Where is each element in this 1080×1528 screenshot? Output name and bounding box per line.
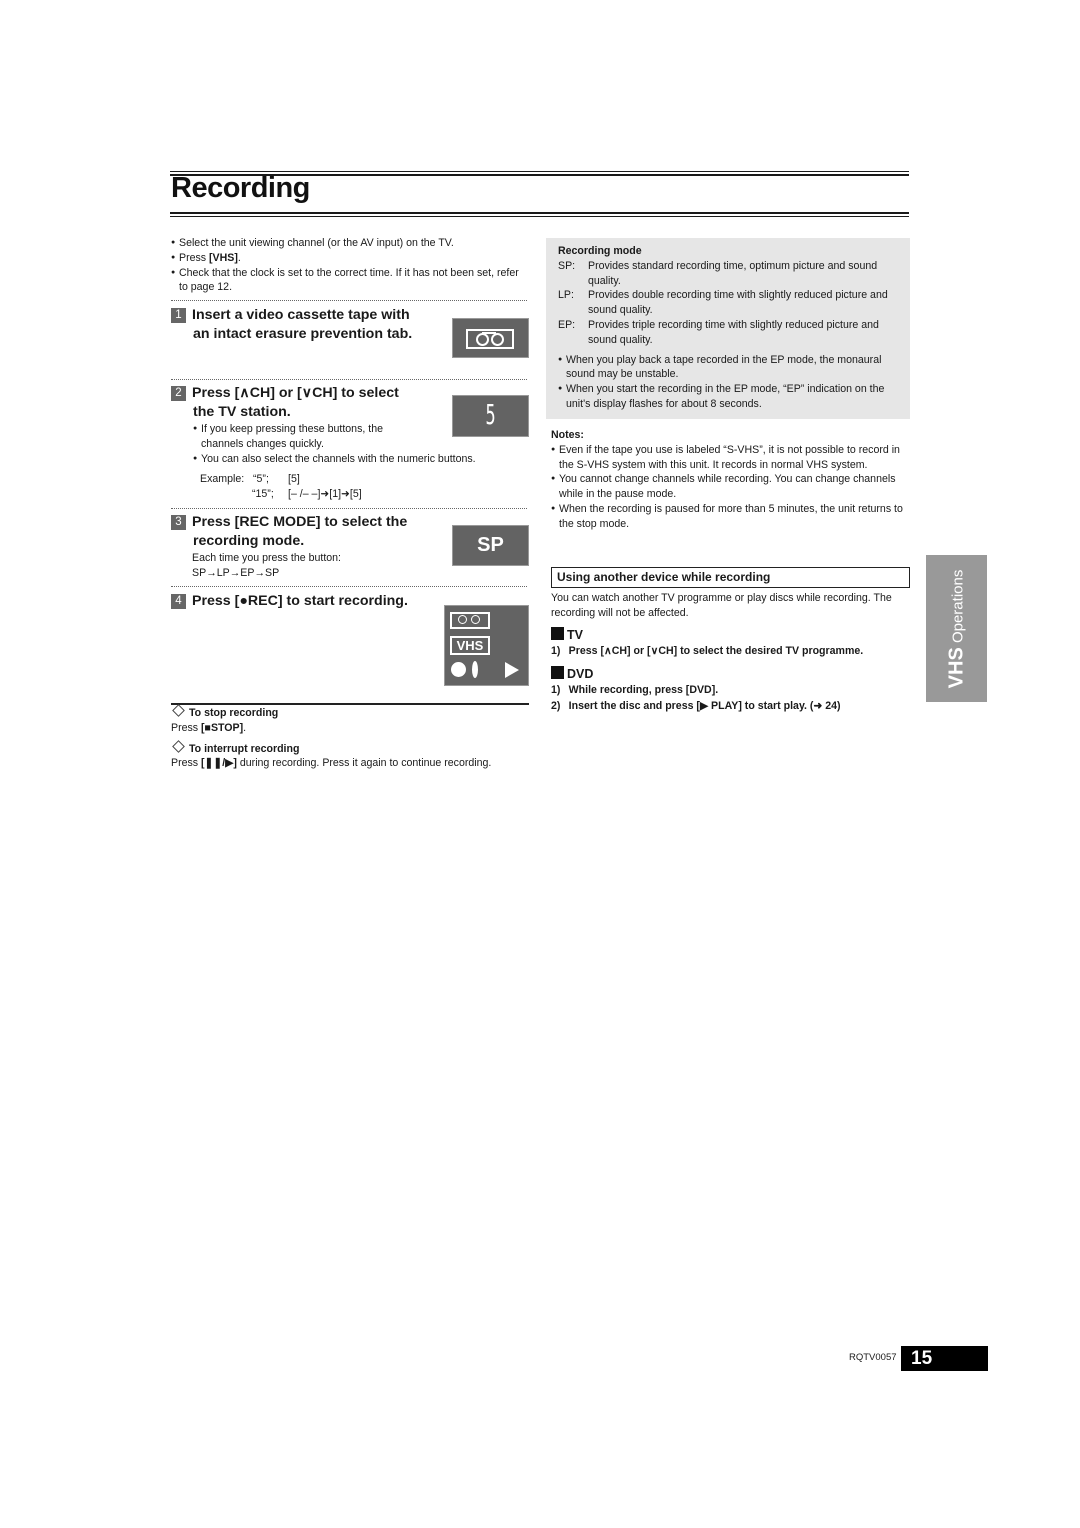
step-2-bullets: If you keep pressing these buttons, the … — [193, 422, 528, 502]
page-number: 15 — [901, 1346, 988, 1371]
cassette-icon — [450, 612, 490, 629]
step-3-note-line: Each time you press the button: — [192, 552, 341, 564]
record-dot-icon — [451, 662, 466, 677]
section-dvd-heading: DVD — [551, 666, 593, 681]
another-device-description: You can watch another TV programme or pl… — [551, 592, 892, 619]
page-title: Recording — [171, 172, 310, 204]
step-number: 4 — [171, 594, 186, 609]
section-tv-heading: TV — [551, 627, 583, 642]
note-item: Even if the tape you use is labeled “S-V… — [551, 443, 909, 473]
tip-title: To interrupt recording — [171, 739, 531, 757]
divider — [171, 379, 527, 380]
step-3-note: Each time you press the button: SP→LP→EP… — [192, 551, 341, 581]
step-heading-cont: recording mode. — [193, 533, 305, 549]
step-number: 1 — [171, 308, 186, 323]
dvd-step: 1) While recording, press [DVD]. — [551, 684, 719, 696]
side-tab-label: VHS Operations — [945, 569, 967, 688]
intro-list: Select the unit viewing channel (or the … — [171, 236, 529, 295]
tips: To stop recording Press [■STOP]. To inte… — [171, 704, 531, 771]
diamond-icon — [172, 704, 185, 717]
title-rule-bottom-2 — [170, 216, 909, 217]
recording-display-panel: VHS — [444, 605, 529, 686]
step-2-bullet: If you keep pressing these buttons, the … — [193, 422, 423, 452]
example-key: “15”; — [252, 488, 274, 501]
step-heading-cont: the TV station. — [193, 404, 291, 420]
another-device-heading: Using another device while recording — [551, 567, 910, 588]
step-heading: Insert a video cassette tape with — [192, 307, 410, 323]
step-heading-cont: an intact erasure prevention tab. — [193, 326, 413, 342]
notes: Notes: Even if the tape you use is label… — [551, 428, 909, 532]
title-rule-bottom-1 — [170, 212, 909, 214]
mode-bullet: When you start the recording in the EP m… — [558, 382, 906, 412]
step-heading: Press [∧CH] or [∨CH] to select — [192, 385, 399, 401]
step-2: 2 Press [∧CH] or [∨CH] to select the TV s… — [171, 384, 441, 422]
step-heading: Press [REC MODE] to select the — [192, 514, 408, 530]
example-value: [5] — [288, 473, 300, 486]
mode-definition: LP: Provides double recording time with s… — [558, 289, 888, 317]
example-key: “5”; — [253, 473, 269, 486]
divider — [171, 300, 527, 301]
doc-code: RQTV0057 — [849, 1352, 897, 1363]
tv-step: 1) Press [∧CH] or [∨CH] to select the de… — [551, 645, 864, 657]
recording-mode-title: Recording mode — [558, 245, 642, 257]
step-1: 1 Insert a video cassette tape with an in… — [171, 306, 441, 344]
cassette-icon — [466, 329, 514, 349]
step-3: 3 Press [REC MODE] to select the recordin… — [171, 513, 441, 551]
mode-definition: EP: Provides triple recording time with s… — [558, 318, 879, 346]
step-number: 2 — [171, 386, 186, 401]
example-block: Example: “5”; [5] “15”; [– /– –]➜[1]➜[5] — [193, 472, 528, 502]
note-item: When the recording is paused for more th… — [551, 502, 909, 532]
record-bar-icon — [472, 661, 478, 678]
mode-bullet: When you play back a tape recorded in th… — [558, 353, 906, 383]
tip-body: Press [❚❚/▶] during recording. Press it … — [171, 757, 492, 770]
example-value: [– /– –]➜[1]➜[5] — [288, 488, 362, 501]
dvd-step: 2) Insert the disc and press [▶ PLAY] to… — [551, 699, 841, 712]
square-bullet-icon — [551, 627, 564, 640]
tips-rule — [171, 703, 529, 705]
square-bullet-icon — [551, 666, 564, 679]
intro-item: Press [VHS]. — [171, 251, 529, 266]
diamond-icon — [172, 739, 185, 753]
dvd-steps: 1) While recording, press [DVD]. 2) Inse… — [551, 683, 841, 714]
rec-mode-display: SP — [452, 525, 529, 566]
divider — [171, 586, 527, 587]
cassette-display-panel — [452, 318, 529, 358]
step-heading: Press [●REC] to start recording. — [192, 593, 408, 609]
example-label: Example: — [200, 473, 245, 486]
tip-body: Press [■STOP]. — [171, 721, 247, 734]
rec-mode-value: SP — [477, 534, 504, 556]
step-3-sequence: SP→LP→EP→SP — [192, 566, 280, 579]
step-2-bullet: You can also select the channels with th… — [193, 452, 528, 467]
recording-mode-box: Recording mode SP: Provides standard reco… — [546, 238, 910, 419]
divider — [171, 508, 527, 509]
intro-item: Check that the clock is set to the corre… — [171, 266, 529, 296]
section-side-tab: VHS Operations — [926, 555, 987, 702]
notes-title: Notes: — [551, 429, 584, 441]
step-number: 3 — [171, 515, 186, 530]
vhs-badge: VHS — [450, 636, 490, 655]
intro-item: Select the unit viewing channel (or the … — [171, 236, 529, 251]
note-item: You cannot change channels while recordi… — [551, 472, 909, 502]
tip-title: To stop recording — [171, 704, 531, 721]
play-icon — [505, 662, 519, 678]
step-4: 4 Press [●REC] to start recording. — [171, 592, 441, 611]
mode-definition: SP: Provides standard recording time, opt… — [558, 259, 878, 287]
